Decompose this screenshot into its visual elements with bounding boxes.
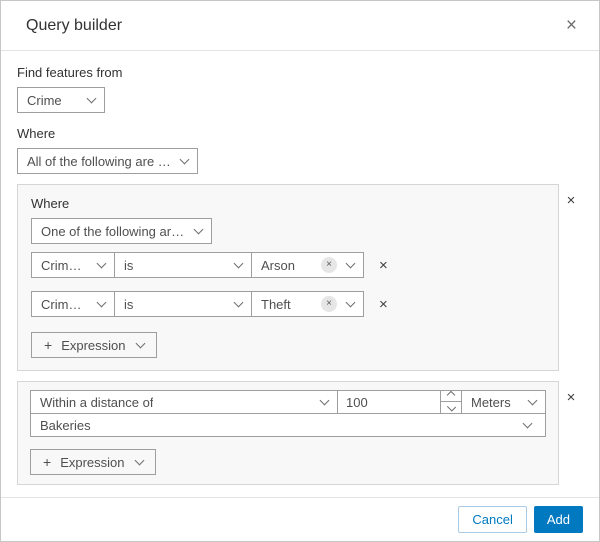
add-expression-button[interactable]: + Expression [31, 332, 157, 358]
expression-group-1-wrap: Where One of the following are tr… Crime… [17, 184, 583, 371]
chevron-down-icon [86, 93, 97, 104]
group1-operator-value: One of the following are tr… [41, 223, 185, 239]
operator-select[interactable]: is [114, 252, 252, 278]
plus-icon: + [43, 454, 52, 470]
clear-value-button[interactable]: × [321, 257, 337, 273]
delete-expression-button[interactable]: × [375, 295, 392, 314]
layer-select-value: Crime [27, 92, 62, 108]
dialog-header: Query builder × [1, 1, 599, 51]
chevron-down-icon [96, 258, 107, 269]
clear-value-button[interactable]: × [321, 296, 337, 312]
add-expression-label: Expression [60, 454, 125, 470]
where-label: Where [17, 126, 56, 141]
chevron-down-icon [345, 258, 356, 269]
add-expression-button[interactable]: + Expression [30, 449, 156, 475]
operator-value: is [124, 296, 134, 312]
unit-value: Meters [471, 394, 511, 410]
spatial-layer-select[interactable]: Bakeries [30, 413, 546, 437]
value-text: Arson [261, 257, 295, 273]
group1-where-label: Where [31, 196, 70, 211]
unit-select[interactable]: Meters [461, 390, 546, 414]
chevron-down-icon [96, 297, 107, 308]
expression-row: Crime Type is Theft × × [31, 291, 545, 317]
close-button[interactable]: × [562, 14, 581, 37]
spatial-operator-value: Within a distance of [40, 394, 154, 410]
chevron-down-icon [446, 401, 456, 412]
spatial-layer-value: Bakeries [40, 417, 91, 433]
top-operator-value: All of the following are true [27, 153, 171, 169]
delete-group-button[interactable]: × [563, 388, 580, 407]
delete-group-button[interactable]: × [563, 191, 580, 210]
operator-value: is [124, 257, 134, 273]
expression-row: Crime Type is Arson × × [31, 252, 545, 278]
cancel-button[interactable]: Cancel [458, 506, 527, 533]
layer-select[interactable]: Crime [17, 87, 105, 113]
delete-icon: × [566, 389, 576, 406]
chevron-down-icon [522, 418, 533, 429]
remove-value-icon: × [326, 298, 332, 309]
field-select[interactable]: Crime Type [31, 252, 115, 278]
chevron-down-icon [345, 297, 356, 308]
query-builder-dialog: Query builder × Find features from Crime… [0, 0, 600, 542]
add-expression-label: Expression [61, 337, 126, 353]
add-button[interactable]: Add [533, 506, 583, 533]
distance-input[interactable] [338, 391, 440, 413]
dialog-title: Query builder [26, 16, 123, 34]
chevron-down-icon [135, 338, 145, 349]
chevron-down-icon [527, 395, 538, 406]
group1-operator-select[interactable]: One of the following are tr… [31, 218, 212, 244]
chevron-down-icon [319, 395, 330, 406]
delete-expression-button[interactable]: × [375, 256, 392, 275]
spatial-operator-select[interactable]: Within a distance of [30, 390, 338, 414]
chevron-down-icon [193, 224, 204, 235]
expression-group-2-wrap: Within a distance of Meters [17, 381, 583, 485]
distance-input-wrap [337, 390, 462, 414]
expression-group-1: Where One of the following are tr… Crime… [17, 184, 559, 371]
chevron-down-icon [134, 455, 144, 466]
distance-stepper [440, 390, 461, 413]
dialog-footer: Cancel Add [1, 497, 599, 541]
value-text: Theft [261, 296, 291, 312]
delete-icon: × [379, 256, 388, 274]
top-operator-select[interactable]: All of the following are true [17, 148, 198, 174]
operator-select[interactable]: is [114, 291, 252, 317]
field-value: Crime Type [41, 296, 88, 312]
chevron-down-icon [233, 297, 244, 308]
value-select[interactable]: Arson × [251, 252, 364, 278]
chevron-down-icon [179, 154, 190, 165]
close-icon: × [565, 15, 577, 36]
chevron-down-icon [233, 258, 244, 269]
field-select[interactable]: Crime Type [31, 291, 115, 317]
field-value: Crime Type [41, 257, 88, 273]
plus-icon: + [44, 337, 53, 353]
find-features-label: Find features from [17, 65, 123, 80]
dialog-body: Find features from Crime Where All of th… [1, 51, 599, 497]
chevron-up-icon [446, 390, 456, 400]
expression-group-2: Within a distance of Meters [17, 381, 559, 485]
delete-icon: × [566, 192, 576, 209]
delete-icon: × [379, 295, 388, 313]
stepper-up-button[interactable] [441, 390, 461, 402]
spatial-expression-row: Within a distance of Meters [30, 390, 546, 414]
remove-value-icon: × [326, 259, 332, 270]
stepper-down-button[interactable] [441, 401, 461, 413]
value-select[interactable]: Theft × [251, 291, 364, 317]
